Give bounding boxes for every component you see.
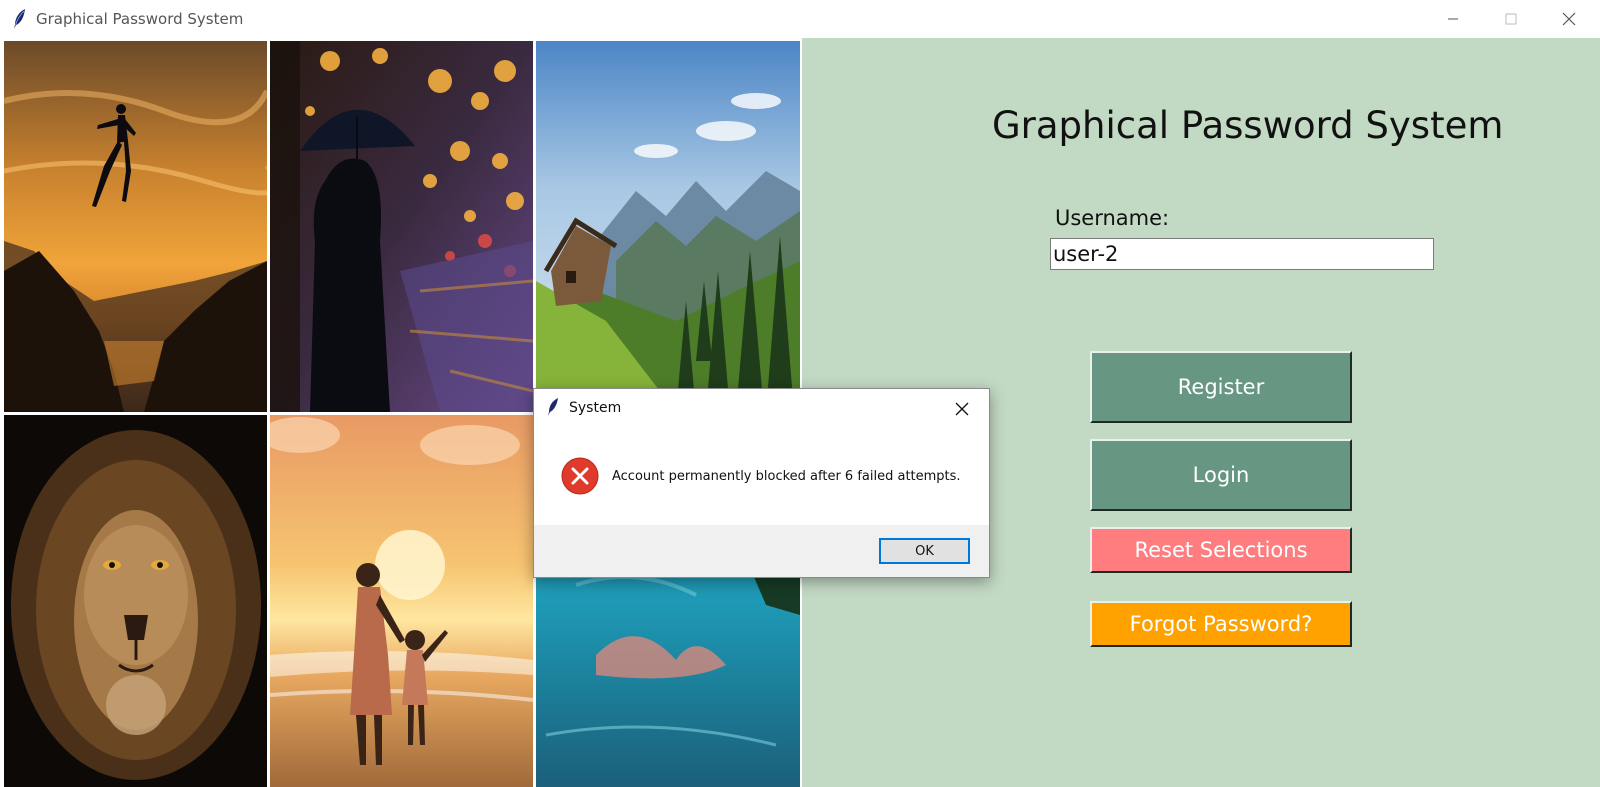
- image-tile-cabin[interactable]: [536, 41, 800, 412]
- image-tile-beach[interactable]: [270, 415, 533, 787]
- mountain-cabin-image: [536, 41, 800, 412]
- reset-selections-button[interactable]: Reset Selections: [1090, 527, 1352, 573]
- close-icon: [955, 402, 969, 416]
- login-button[interactable]: Login: [1090, 439, 1352, 511]
- close-button[interactable]: [1540, 0, 1598, 38]
- close-icon: [1562, 12, 1576, 26]
- app-heading: Graphical Password System: [992, 104, 1504, 147]
- maximize-button[interactable]: [1482, 0, 1540, 38]
- dialog-close-button[interactable]: [949, 397, 975, 421]
- username-input[interactable]: [1050, 238, 1434, 270]
- maximize-icon: [1505, 13, 1517, 25]
- ok-button[interactable]: OK: [879, 538, 970, 564]
- username-label: Username:: [1055, 206, 1170, 230]
- minimize-icon: [1448, 18, 1458, 20]
- lion-image: [4, 415, 267, 787]
- image-tile-umbrella[interactable]: [270, 41, 533, 412]
- jumper-sunset-image: [4, 41, 267, 412]
- title-bar: Graphical Password System: [0, 0, 1600, 38]
- feather-icon: [548, 398, 558, 416]
- minimize-button[interactable]: [1424, 0, 1482, 38]
- dialog-footer: OK: [534, 525, 989, 577]
- window-title: Graphical Password System: [36, 10, 244, 28]
- beach-family-image: [270, 415, 533, 787]
- image-tile-lion[interactable]: [4, 415, 267, 787]
- forgot-password-button[interactable]: Forgot Password?: [1090, 601, 1352, 647]
- dialog-message: Account permanently blocked after 6 fail…: [612, 469, 961, 484]
- image-tile-jumper[interactable]: [4, 41, 267, 412]
- register-button[interactable]: Register: [1090, 351, 1352, 423]
- error-dialog: System Account permanently blocked after…: [533, 388, 990, 578]
- umbrella-night-image: [270, 41, 533, 412]
- error-icon: [561, 457, 599, 495]
- feather-icon: [14, 9, 25, 29]
- dialog-title: System: [569, 400, 622, 416]
